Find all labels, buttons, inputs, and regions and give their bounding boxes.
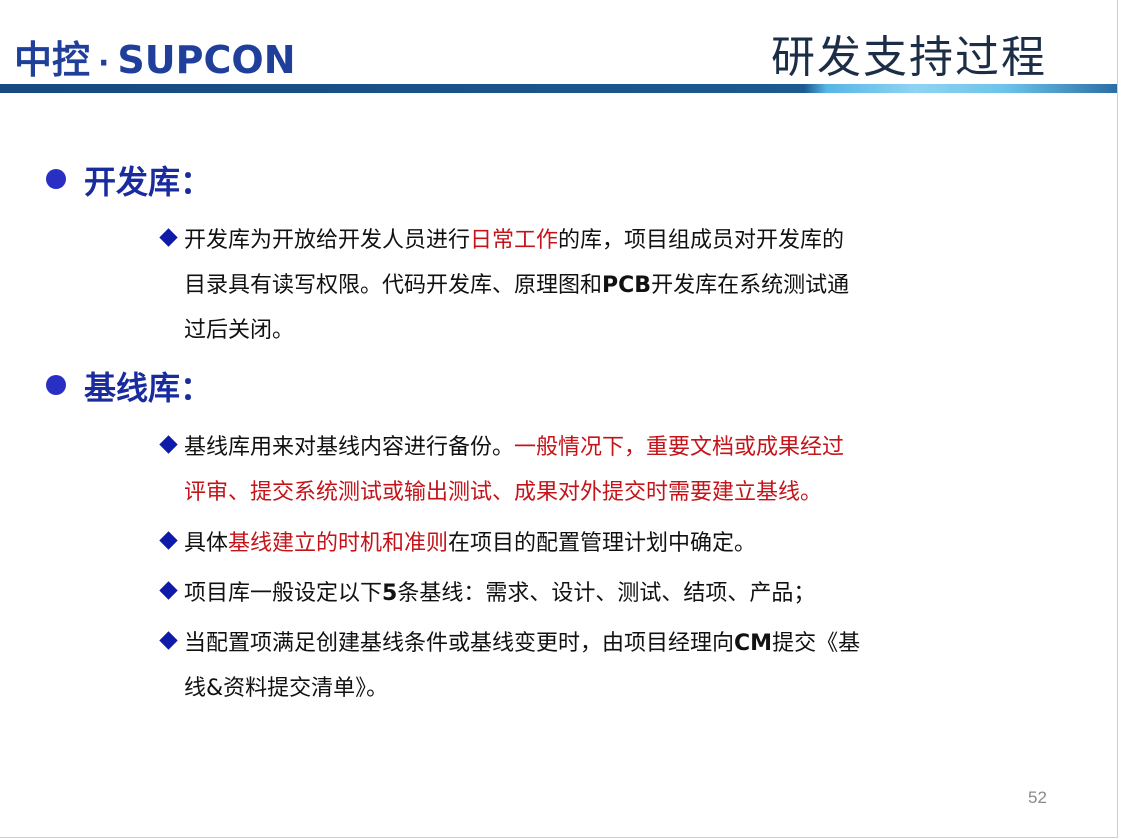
text: 的库，项目组成员对开发库的 <box>558 228 845 253</box>
highlight-text: 日常工作 <box>470 228 559 253</box>
bold-text: PCB <box>602 273 652 298</box>
section-heading-baseline-library: 基线库： <box>46 366 212 410</box>
bold-text: CM <box>734 631 773 656</box>
line-2: 评审、提交系统测试或输出测试、成果对外提交时需要建立基线。 <box>184 480 823 505</box>
logo-cn: 中控 <box>14 38 91 82</box>
diamond-bullet-icon <box>159 631 178 650</box>
logo-en: SUPCON <box>117 38 296 82</box>
diamond-bullet-icon <box>159 435 178 454</box>
slide-title: 研发支持过程 <box>771 32 1047 83</box>
text: 项目库一般设定以下 <box>184 581 383 606</box>
section-heading-text: 基线库： <box>84 369 213 407</box>
line-2: 线&资料提交清单》。 <box>184 676 389 701</box>
baseline-item-2: 具体基线建立的时机和准则在项目的配置管理计划中确定。 <box>158 521 958 566</box>
slide: 中控 · SUPCON 研发支持过程 开发库： 开发库为开放给开发人员进行日常工作的… <box>0 0 1118 838</box>
baseline-item-4: 当配置项满足创建基线条件或基线变更时，由项目经理向CM提交《基 线&资料提交清单… <box>158 621 958 711</box>
baseline-item-3: 项目库一般设定以下5条基线：需求、设计、测试、结项、产品； <box>158 571 958 616</box>
highlight-text: 一般情况下，重要文档或成果经过 <box>514 435 845 460</box>
logo-dot: · <box>98 46 110 81</box>
diamond-bullet-icon <box>159 581 178 600</box>
text: 开发库在系统测试通 <box>651 273 850 298</box>
section-heading-dev-library: 开发库： <box>46 160 212 204</box>
text: 当配置项满足创建基线条件或基线变更时，由项目经理向 <box>184 631 735 656</box>
line-3: 过后关闭。 <box>184 318 295 343</box>
text: 目录具有读写权限。代码开发库、原理图和 <box>184 273 603 298</box>
line-2: 目录具有读写权限。代码开发库、原理图和PCB开发库在系统测试通 <box>158 263 958 308</box>
header-divider-bar <box>0 84 1117 93</box>
text: 提交《基 <box>772 631 861 656</box>
diamond-bullet-icon <box>159 228 178 247</box>
highlight-text: 基线建立的时机和准则 <box>228 531 449 556</box>
text: 在项目的配置管理计划中确定。 <box>448 531 757 556</box>
supcon-logo: 中控 · SUPCON <box>14 36 296 88</box>
page-number: 52 <box>1028 788 1047 807</box>
text: 基线库用来对基线内容进行备份。 <box>184 435 515 460</box>
text: 具体 <box>184 531 229 556</box>
bullet-disc-icon <box>46 169 66 189</box>
text: 开发库为开放给开发人员进行 <box>184 228 471 253</box>
text: 条基线：需求、设计、测试、结项、产品； <box>397 581 816 606</box>
section-heading-text: 开发库： <box>84 163 213 201</box>
bold-text: 5 <box>382 581 398 606</box>
diamond-bullet-icon <box>159 531 178 550</box>
bullet-disc-icon <box>46 375 66 395</box>
dev-library-item: 开发库为开放给开发人员进行日常工作的库，项目组成员对开发库的 目录具有读写权限。… <box>158 218 958 353</box>
baseline-item-1: 基线库用来对基线内容进行备份。一般情况下，重要文档或成果经过 评审、提交系统测试… <box>158 425 958 515</box>
